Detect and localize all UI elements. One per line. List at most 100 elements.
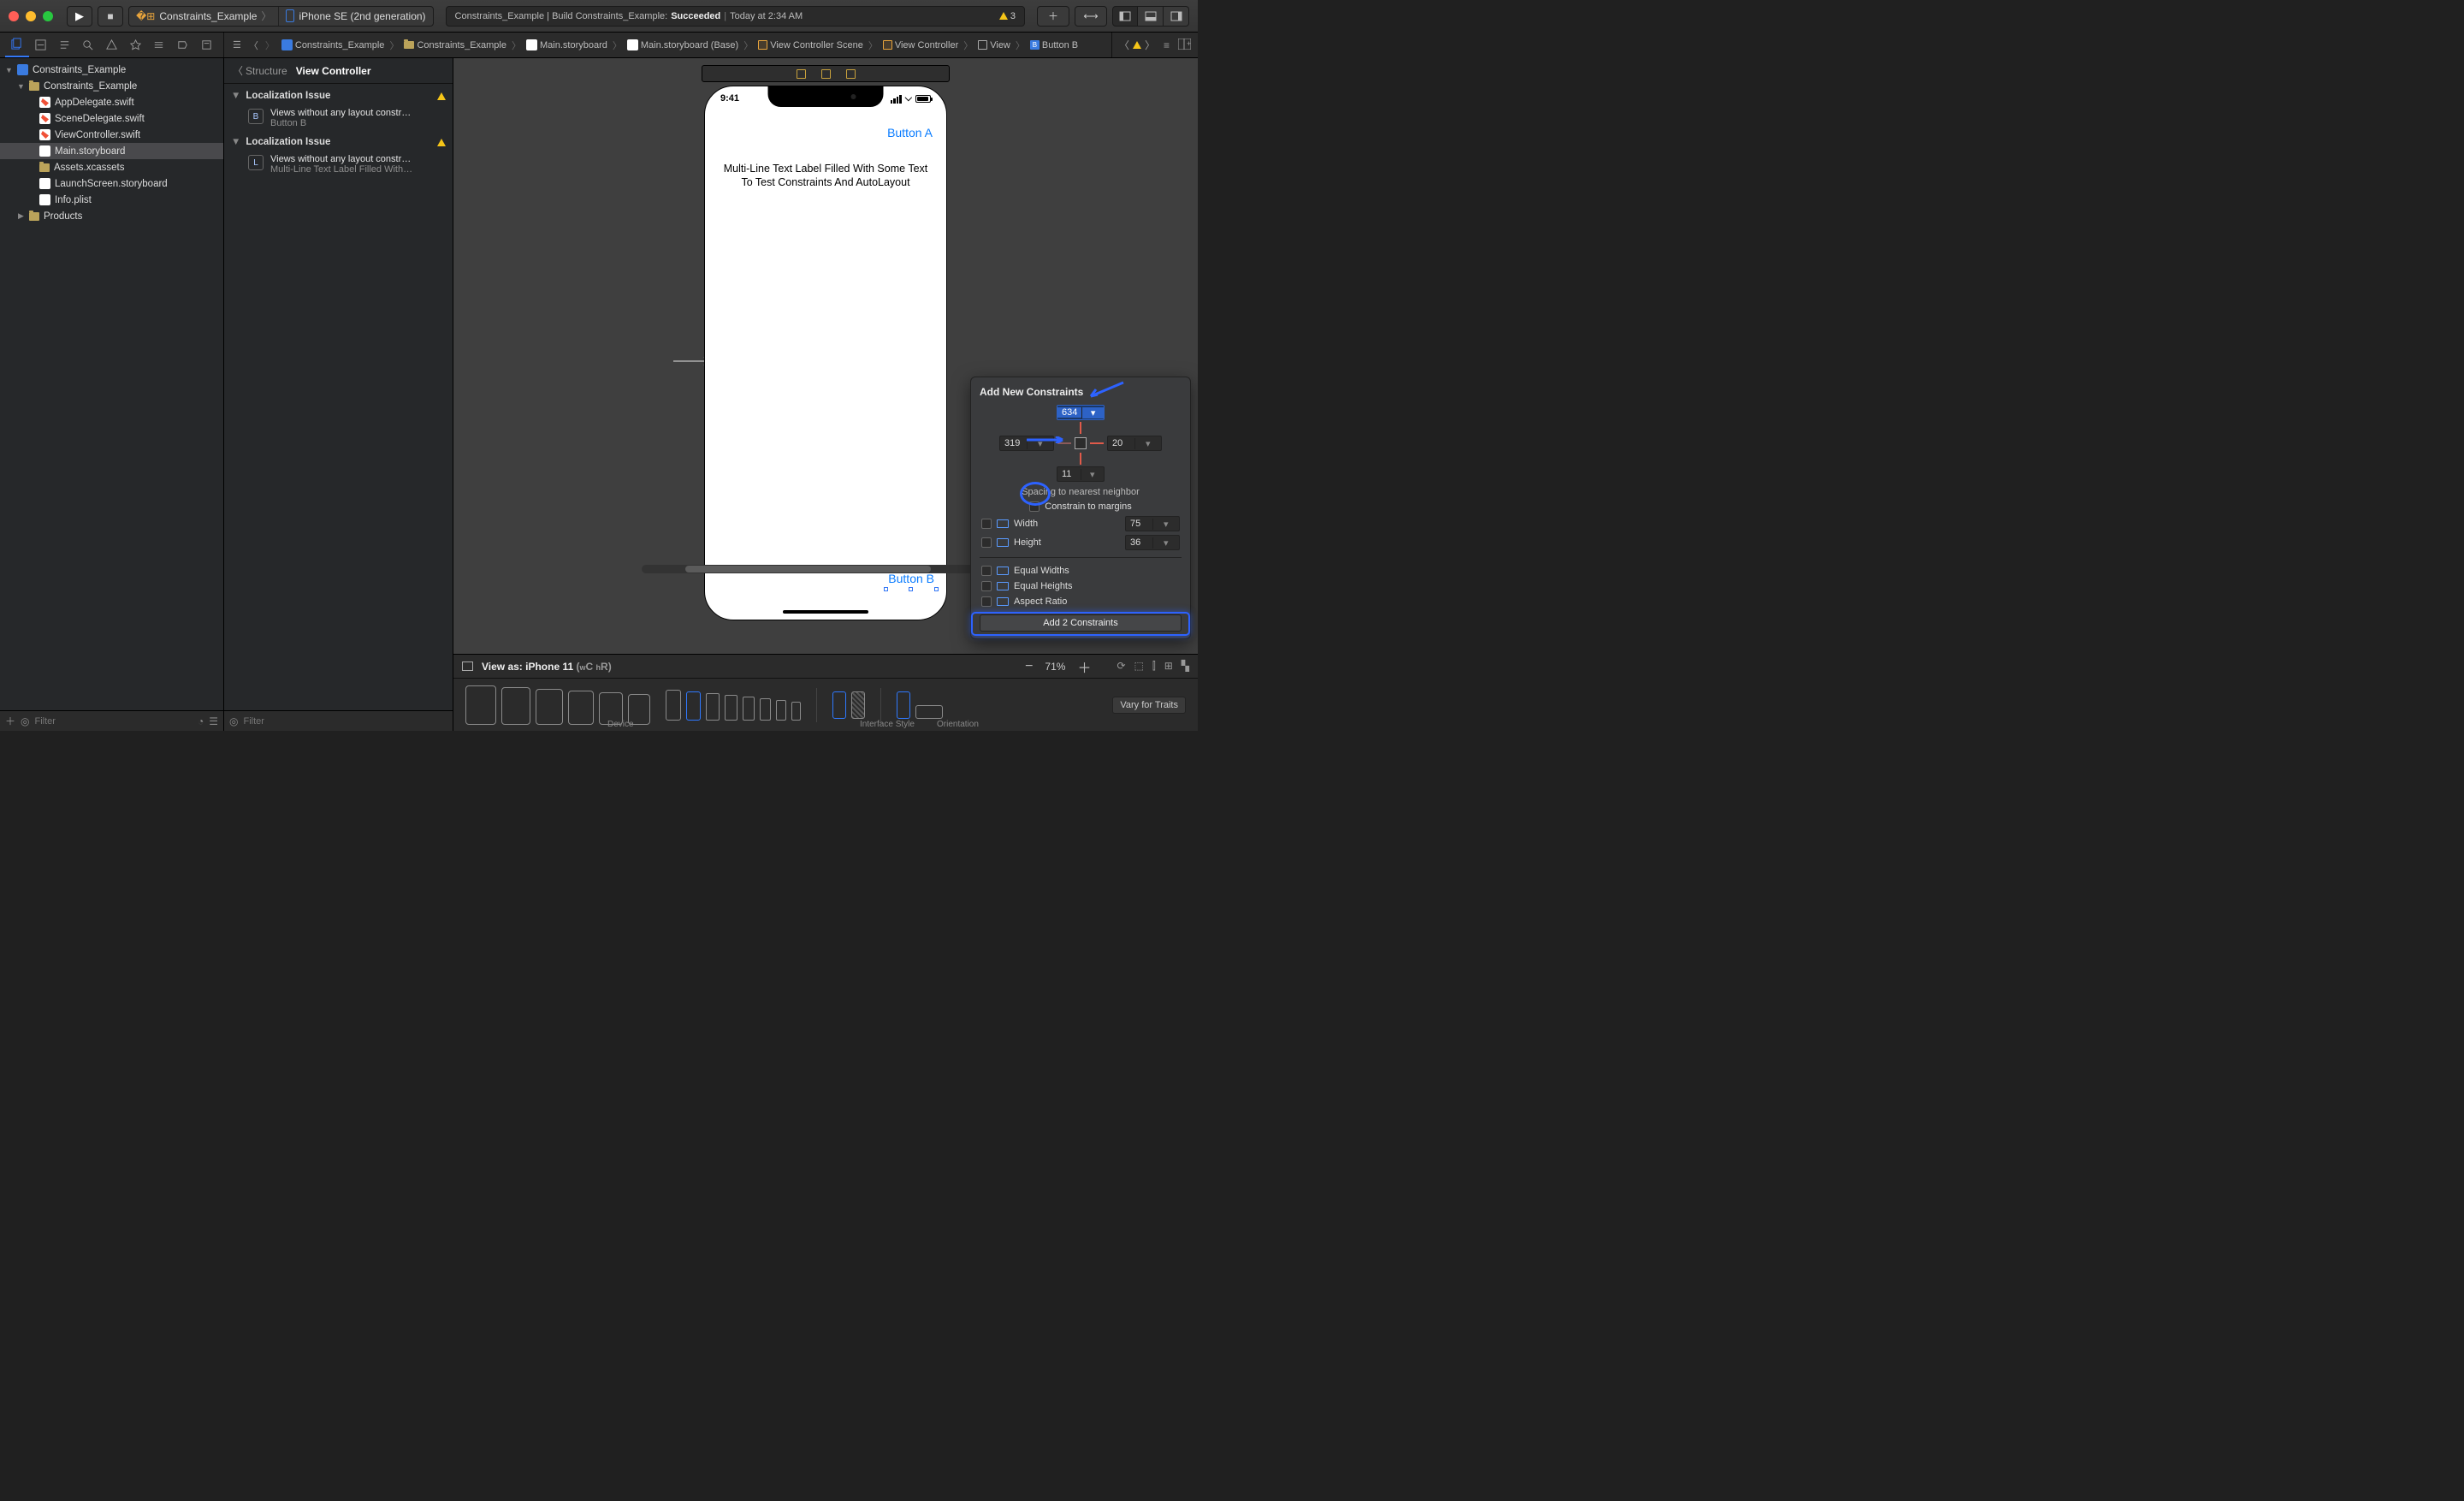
- height-field[interactable]: 36▾: [1125, 535, 1180, 550]
- recent-icon[interactable]: ◔: [198, 715, 204, 727]
- vary-for-traits-button[interactable]: Vary for Traits: [1112, 697, 1186, 714]
- tree-file[interactable]: LaunchScreen.storyboard: [0, 175, 223, 192]
- tree-file[interactable]: Assets.xcassets: [0, 159, 223, 175]
- toggle-debug-area[interactable]: [1138, 6, 1164, 27]
- breakpoint-navigator-tab[interactable]: [171, 33, 195, 57]
- device-ipad-4[interactable]: [568, 691, 594, 725]
- warning-count[interactable]: 3: [999, 11, 1016, 21]
- jump-bar[interactable]: ☰ 〈 〉 Constraints_Example〉 Constraints_E…: [224, 33, 1112, 57]
- bottom-spacing-field[interactable]: 11▾: [1057, 466, 1105, 482]
- run-button[interactable]: ▶: [67, 6, 92, 27]
- device-iphone-5[interactable]: [743, 697, 755, 721]
- equal-widths-checkbox[interactable]: [981, 566, 992, 576]
- source-control-navigator-tab[interactable]: [29, 33, 53, 57]
- canvas-area[interactable]: 9:41 ⌵ Button A Multi-Line Text Label Fi…: [453, 58, 1198, 654]
- orientation-portrait[interactable]: [897, 691, 910, 719]
- resolve-icon[interactable]: ▚: [1182, 660, 1189, 673]
- issue-group[interactable]: ▼Localization Issue: [224, 87, 453, 104]
- device-iphone-3[interactable]: [706, 693, 720, 721]
- tree-file[interactable]: ViewController.swift: [0, 127, 223, 143]
- related-items-icon[interactable]: ☰: [229, 39, 245, 50]
- toggle-inspector[interactable]: [1164, 6, 1189, 27]
- device-preview[interactable]: 9:41 ⌵ Button A Multi-Line Text Label Fi…: [704, 86, 947, 620]
- align-icon[interactable]: ⫿: [1152, 660, 1156, 673]
- zoom-out[interactable]: −: [1025, 659, 1033, 674]
- report-navigator-tab[interactable]: [194, 33, 218, 57]
- device-ipad-2[interactable]: [501, 687, 530, 725]
- filter-input[interactable]: [35, 716, 192, 727]
- width-field[interactable]: 75▾: [1125, 516, 1180, 531]
- left-spacing-field[interactable]: 319▾: [999, 436, 1054, 451]
- debug-navigator-tab[interactable]: [147, 33, 171, 57]
- issue-item[interactable]: B Views without any layout constr…Button…: [224, 104, 453, 133]
- symbol-navigator-tab[interactable]: [52, 33, 76, 57]
- tree-products[interactable]: ▶Products: [0, 208, 223, 224]
- outline-back[interactable]: 〈 Structure: [233, 63, 287, 78]
- aspect-ratio-checkbox[interactable]: [981, 596, 992, 607]
- pin-icon[interactable]: ⊞: [1164, 660, 1173, 673]
- project-tree[interactable]: ▼Constraints_Example ▼Constraints_Exampl…: [0, 58, 223, 710]
- tree-group[interactable]: ▼Constraints_Example: [0, 78, 223, 94]
- toggle-navigator[interactable]: [1112, 6, 1138, 27]
- outline-toggle-icon[interactable]: [462, 662, 473, 671]
- add-editor-icon[interactable]: +: [1178, 39, 1191, 52]
- right-strut[interactable]: [1090, 442, 1104, 444]
- code-review-button[interactable]: ⟷: [1075, 6, 1107, 27]
- zoom-window[interactable]: [43, 11, 53, 21]
- right-spacing-field[interactable]: 20▾: [1107, 436, 1162, 451]
- exit-dock-icon[interactable]: [846, 69, 856, 79]
- outline-filter-input[interactable]: [243, 716, 447, 727]
- style-dark[interactable]: [851, 691, 865, 719]
- device-iphone-6[interactable]: [760, 698, 771, 721]
- top-spacing-field[interactable]: 634▾: [1057, 405, 1105, 420]
- stop-button[interactable]: ■: [98, 6, 123, 27]
- forward-nav[interactable]: 〉: [263, 39, 277, 52]
- device-ipad-3[interactable]: [536, 689, 563, 725]
- view-as-label[interactable]: View as: iPhone 11: [482, 661, 573, 673]
- bottom-strut[interactable]: [1080, 453, 1081, 465]
- zoom-in[interactable]: ＋: [1077, 656, 1091, 677]
- zoom-value[interactable]: 71%: [1045, 661, 1065, 673]
- tree-project[interactable]: ▼Constraints_Example: [0, 62, 223, 78]
- issue-item[interactable]: L Views without any layout constr…Multi-…: [224, 151, 453, 180]
- tree-file[interactable]: AppDelegate.swift: [0, 94, 223, 110]
- orientation-landscape[interactable]: [915, 705, 943, 719]
- back-nav[interactable]: 〈: [246, 39, 261, 52]
- minimize-window[interactable]: [26, 11, 36, 21]
- device-group-ipads[interactable]: [465, 685, 650, 725]
- issue-indicator-icon[interactable]: [1133, 41, 1141, 49]
- tree-file-selected[interactable]: Main.storyboard: [0, 143, 223, 159]
- scene-dock[interactable]: [702, 65, 950, 82]
- left-strut[interactable]: [1057, 442, 1071, 444]
- device-iphone-selected[interactable]: [686, 691, 701, 721]
- style-light[interactable]: [832, 691, 846, 719]
- top-strut[interactable]: [1080, 422, 1081, 434]
- scheme-selector[interactable]: �⊞ Constraints_Example 〉 iPhone SE (2nd …: [128, 6, 434, 27]
- device-iphone-8[interactable]: [791, 702, 801, 721]
- activity-status[interactable]: Constraints_Example | Build Constraints_…: [446, 6, 1025, 27]
- close-window[interactable]: [9, 11, 19, 21]
- tree-file[interactable]: SceneDelegate.swift: [0, 110, 223, 127]
- button-a[interactable]: Button A: [887, 126, 933, 139]
- device-group-iphones[interactable]: [666, 690, 801, 721]
- test-navigator-tab[interactable]: [123, 33, 147, 57]
- equal-heights-checkbox[interactable]: [981, 581, 992, 591]
- first-responder-dock-icon[interactable]: [821, 69, 831, 79]
- device-ipad-1[interactable]: [465, 685, 496, 725]
- device-iphone-7[interactable]: [776, 700, 786, 721]
- height-checkbox[interactable]: [981, 537, 992, 548]
- issue-navigator-tab[interactable]: [100, 33, 124, 57]
- orientation-group[interactable]: [897, 691, 943, 719]
- width-checkbox[interactable]: [981, 519, 992, 529]
- adjust-editor-icon[interactable]: ≡: [1164, 39, 1170, 51]
- issue-group[interactable]: ▼Localization Issue: [224, 133, 453, 151]
- next-issue[interactable]: 〉: [1145, 38, 1155, 52]
- multiline-label[interactable]: Multi-Line Text Label Filled With Some T…: [719, 162, 933, 190]
- vc-dock-icon[interactable]: [797, 69, 806, 79]
- prev-issue[interactable]: 〈: [1119, 38, 1129, 52]
- device-iphone-1[interactable]: [666, 690, 681, 721]
- embed-icon[interactable]: ⬚: [1134, 660, 1144, 673]
- find-navigator-tab[interactable]: [76, 33, 100, 57]
- tree-file[interactable]: Info.plist: [0, 192, 223, 208]
- device-iphone-4[interactable]: [725, 695, 737, 721]
